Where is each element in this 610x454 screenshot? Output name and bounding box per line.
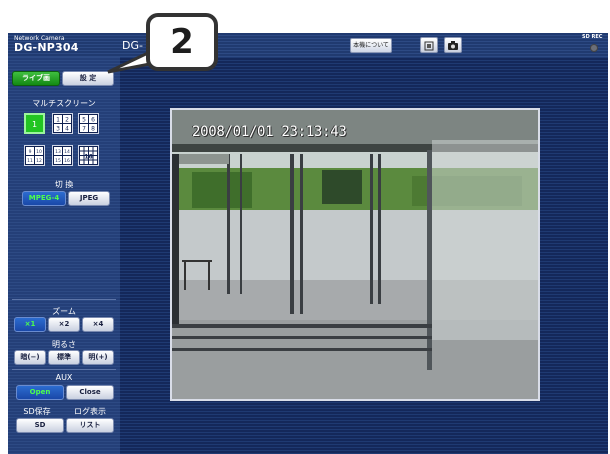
aux-close-button[interactable]: Close xyxy=(66,385,114,400)
snapshot-icon xyxy=(424,41,434,51)
camera-image xyxy=(172,110,538,399)
sd-save-label: SD保存 xyxy=(23,407,51,416)
svg-text:6: 6 xyxy=(91,117,95,124)
mpeg4-button[interactable]: MPEG-4 xyxy=(22,191,66,206)
brightness-normal-button[interactable]: 標準 xyxy=(48,350,80,365)
svg-text:15: 15 xyxy=(55,158,61,164)
quad-screen-icon: 9 10 11 12 xyxy=(26,147,43,164)
svg-text:7: 7 xyxy=(82,126,86,133)
about-button[interactable]: 本機について xyxy=(350,38,392,53)
log-list-button[interactable]: リスト xyxy=(66,418,114,433)
svg-text:14: 14 xyxy=(64,149,70,155)
quad-screen-1-4-button[interactable]: 1 2 3 4 xyxy=(52,113,73,134)
svg-text:4: 4 xyxy=(65,126,69,133)
svg-text:12: 12 xyxy=(36,158,42,164)
quad-screen-13-16-button[interactable]: 13 14 15 16 xyxy=(52,145,73,166)
svg-text:10: 10 xyxy=(36,149,42,155)
top-bar: Network Camera DG-NP304 DG- 本機について SD RE… xyxy=(8,33,608,57)
live-video[interactable]: 2008/01/01 23:13:43 xyxy=(170,108,540,401)
svg-text:5: 5 xyxy=(82,117,86,124)
svg-text:9: 9 xyxy=(29,149,32,155)
svg-text:8: 8 xyxy=(91,126,95,133)
single-screen-button[interactable]: 1 xyxy=(24,113,45,134)
svg-text:3: 3 xyxy=(56,126,60,133)
camera-icon xyxy=(448,41,458,50)
sidebar: ライブ画 設 定 マルチスクリーン 1 1 2 3 4 5 6 7 8 9 10… xyxy=(8,57,120,454)
sixteen-screen-button[interactable]: 16 xyxy=(78,145,99,166)
quad-screen-icon: 13 14 15 16 xyxy=(54,147,71,164)
camera-button[interactable] xyxy=(444,37,462,53)
zoom-label: ズーム xyxy=(52,307,76,316)
zoom-x4-button[interactable]: ×4 xyxy=(82,317,114,332)
sidebar-divider xyxy=(12,369,116,370)
aux-open-button[interactable]: Open xyxy=(16,385,64,400)
quad-screen-icon: 1 2 3 4 xyxy=(54,115,71,133)
svg-text:1: 1 xyxy=(32,120,37,129)
svg-text:2: 2 xyxy=(65,117,69,124)
svg-text:16: 16 xyxy=(64,158,70,164)
sd-button[interactable]: SD xyxy=(16,418,64,433)
log-display-label: ログ表示 xyxy=(74,407,106,416)
brightness-label: 明るさ xyxy=(52,340,76,349)
brightness-bright-button[interactable]: 明(+) xyxy=(82,350,114,365)
zoom-x1-button[interactable]: ×1 xyxy=(14,317,46,332)
snapshot-button[interactable] xyxy=(420,37,438,53)
timestamp-overlay: 2008/01/01 23:13:43 xyxy=(192,124,347,140)
zoom-x2-button[interactable]: ×2 xyxy=(48,317,80,332)
svg-text:16: 16 xyxy=(84,154,92,161)
sd-rec-indicator xyxy=(590,44,598,52)
svg-text:13: 13 xyxy=(55,149,61,155)
callout-number: 2 xyxy=(170,22,194,62)
svg-text:11: 11 xyxy=(27,158,33,164)
quad-screen-9-12-button[interactable]: 9 10 11 12 xyxy=(24,145,45,166)
quad-screen-icon: 5 6 7 8 xyxy=(80,115,97,133)
sd-rec-label: SD REC xyxy=(582,34,603,40)
single-screen-icon: 1 xyxy=(32,120,37,129)
jpeg-button[interactable]: JPEG xyxy=(68,191,110,206)
sixteen-screen-icon: 16 xyxy=(80,147,97,164)
camera-viewer: Network Camera DG-NP304 DG- 本機について SD RE… xyxy=(8,33,608,454)
switch-label: 切 換 xyxy=(54,180,74,189)
brightness-dark-button[interactable]: 暗(−) xyxy=(14,350,46,365)
camera-title: DG- xyxy=(122,39,143,52)
svg-text:1: 1 xyxy=(56,117,60,124)
sidebar-divider xyxy=(12,299,116,300)
multiscreen-label: マルチスクリーン xyxy=(32,99,96,108)
aux-label: AUX xyxy=(55,373,73,382)
model-label: DG-NP304 xyxy=(14,41,79,54)
quad-screen-5-8-button[interactable]: 5 6 7 8 xyxy=(78,113,99,134)
live-view-tab[interactable]: ライブ画 xyxy=(12,71,60,86)
setup-tab[interactable]: 設 定 xyxy=(62,71,114,86)
